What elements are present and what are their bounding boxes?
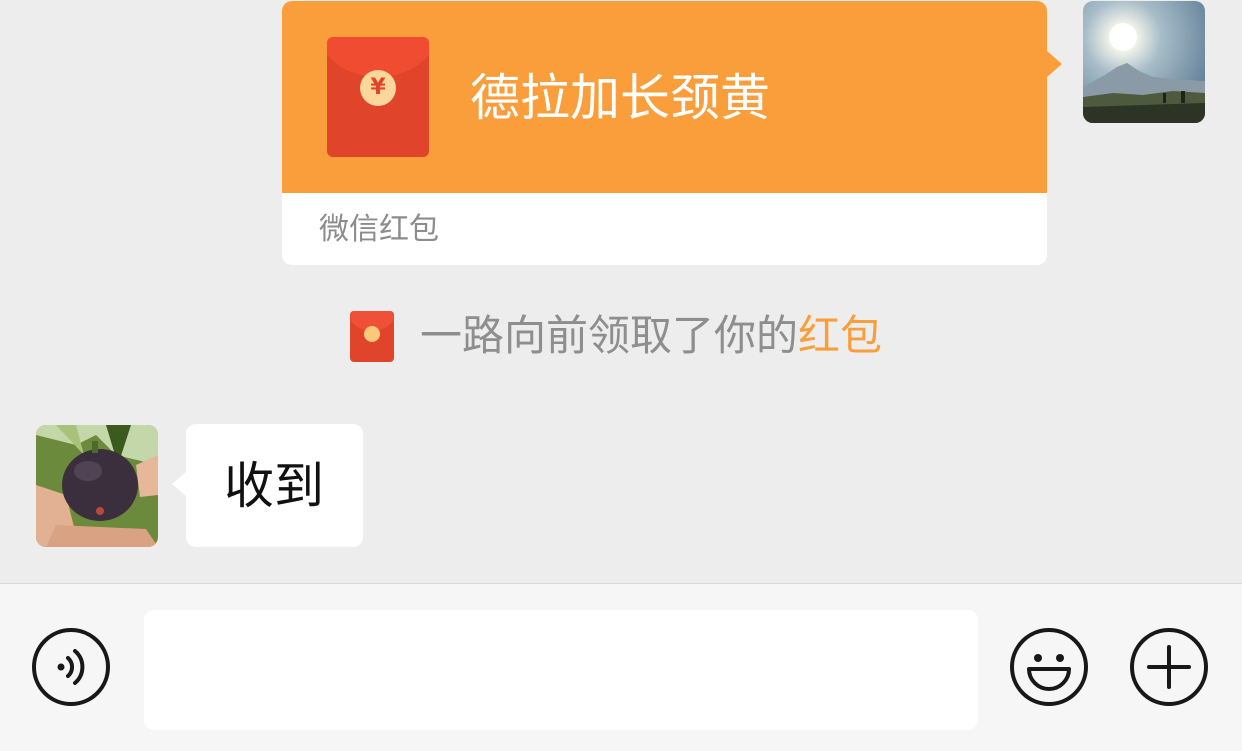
system-notice-text: 一路向前领取了你的红包	[420, 310, 882, 362]
bubble-tail	[1047, 51, 1062, 77]
voice-icon	[32, 628, 110, 706]
incoming-message-text: 收到	[224, 457, 324, 515]
fig-photo-icon	[36, 425, 158, 547]
my-avatar[interactable]	[1083, 1, 1205, 123]
bubble-tail	[172, 472, 186, 496]
more-button[interactable]	[1129, 627, 1209, 707]
voice-button[interactable]	[31, 627, 111, 707]
red-packet-footer-label: 微信红包	[319, 212, 439, 247]
chat-area: ¥ 德拉加长颈黄 微信红包 一路向前领取了你的红包 收到	[0, 0, 1242, 583]
yuan-coin-icon: ¥	[360, 70, 396, 106]
system-notice-prefix: 一路向前领取了你的	[420, 311, 799, 360]
red-packet-message[interactable]: ¥ 德拉加长颈黄 微信红包	[282, 1, 1062, 265]
contact-avatar[interactable]	[36, 425, 158, 547]
plus-icon	[1130, 628, 1208, 706]
red-packet-link[interactable]: 红包	[798, 311, 882, 360]
incoming-message-bubble[interactable]: 收到	[172, 424, 363, 547]
red-packet-header: ¥ 德拉加长颈黄	[282, 1, 1047, 193]
red-packet-title: 德拉加长颈黄	[470, 69, 770, 127]
emoji-button[interactable]	[1009, 627, 1089, 707]
emoji-icon	[1010, 628, 1088, 706]
landscape-photo-icon	[1083, 1, 1205, 123]
message-input[interactable]	[144, 610, 978, 730]
red-envelope-icon: ¥	[327, 37, 429, 157]
red-packet-small-icon	[350, 311, 394, 362]
input-bar	[0, 583, 1242, 751]
